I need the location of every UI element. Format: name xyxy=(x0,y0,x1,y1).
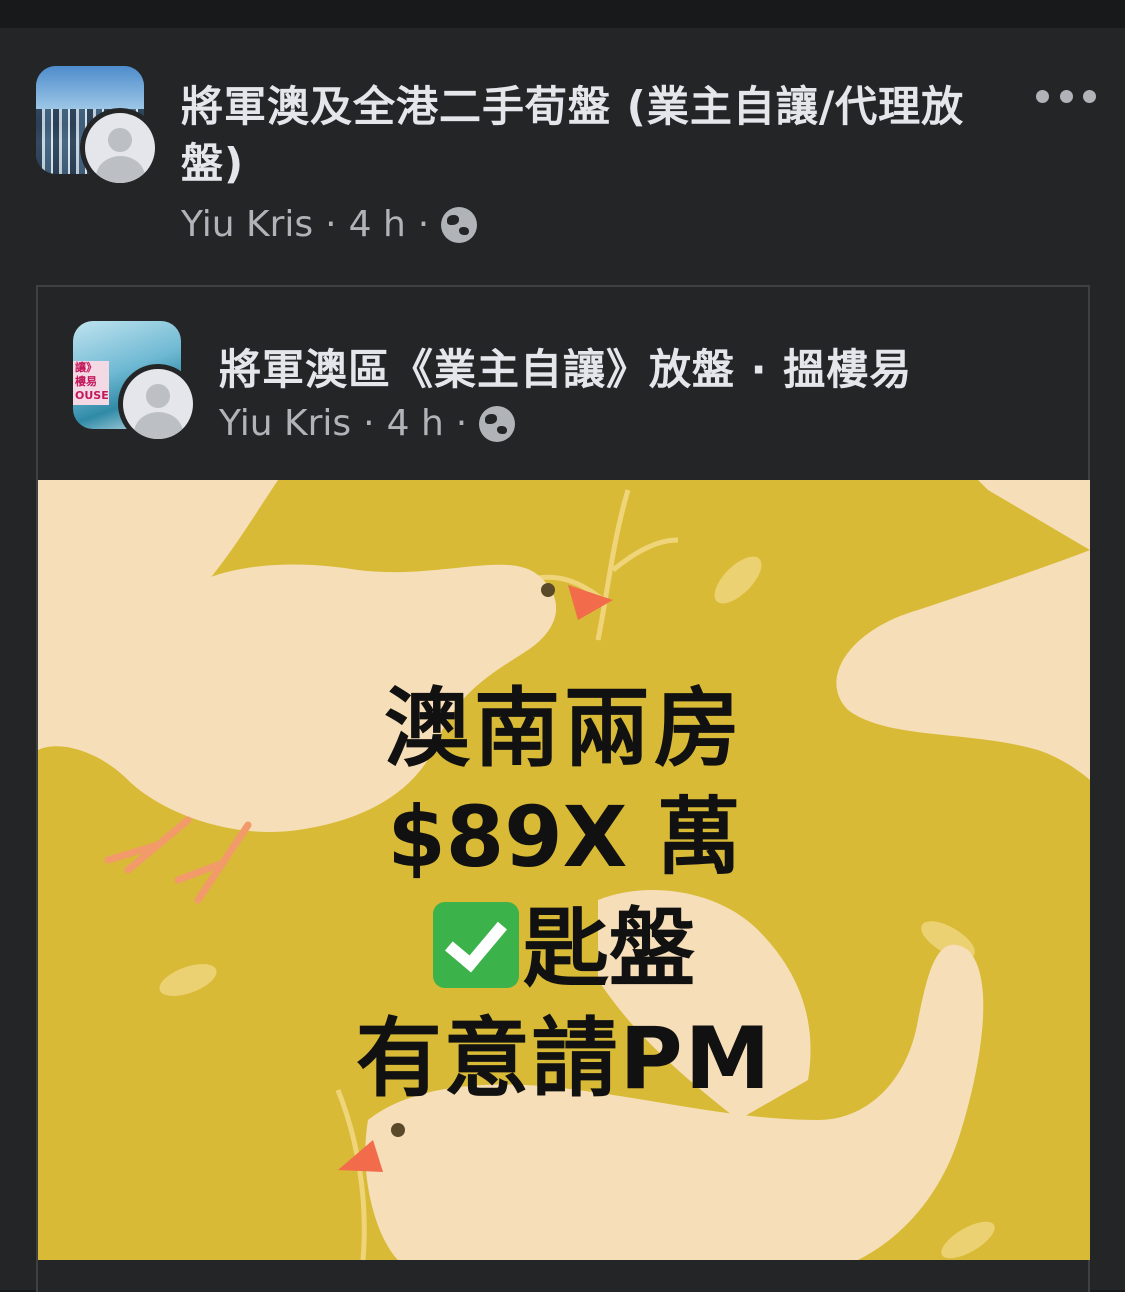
post-time[interactable]: 4 h xyxy=(387,403,444,444)
shared-post[interactable]: 讓》 樓易 OUSE 將軍澳區《業主自讓》放盤 · 搵樓易 Yiu Kris ·… xyxy=(36,285,1090,1292)
user-avatar[interactable] xyxy=(80,108,160,188)
separator: · xyxy=(417,204,430,245)
shared-post-header: 讓》 樓易 OUSE 將軍澳區《業主自讓》放盤 · 搵樓易 Yiu Kris ·… xyxy=(38,287,1088,480)
image-text-line2: $89X 萬 xyxy=(387,788,741,886)
avatar-sky xyxy=(36,66,144,110)
image-text-line1: 澳南兩房 xyxy=(384,679,744,779)
globe-icon xyxy=(441,206,478,243)
post-meta: Yiu Kris · 4 h · xyxy=(181,204,478,245)
author-name[interactable]: Yiu Kris xyxy=(219,403,351,444)
group-name-link[interactable]: 將軍澳及全港二手荀盤 (業主自讓/代理放盤) xyxy=(181,78,1001,192)
shared-post-meta: Yiu Kris · 4 h · xyxy=(219,403,516,444)
image-text-line4: 有意請PM xyxy=(355,1009,773,1109)
separator: · xyxy=(455,403,468,444)
separator: · xyxy=(325,204,337,245)
shared-group-name-link[interactable]: 將軍澳區《業主自讓》放盤 · 搵樓易 xyxy=(219,336,912,397)
check-mark-icon xyxy=(433,902,519,988)
shared-user-avatar[interactable] xyxy=(118,364,198,444)
separator: · xyxy=(363,403,375,444)
post-image[interactable]: 澳南兩房 $89X 萬 匙盤 有意請PM xyxy=(38,480,1090,1260)
image-text-line3-label: 匙盤 xyxy=(523,899,695,999)
globe-icon xyxy=(479,405,516,442)
post-time[interactable]: 4 h xyxy=(349,204,406,245)
more-options-icon[interactable] xyxy=(1036,84,1096,108)
author-name[interactable]: Yiu Kris xyxy=(181,204,313,245)
avatar-logo-tag: 讓》 樓易 OUSE xyxy=(73,361,109,405)
image-text-line3: 匙盤 xyxy=(38,878,1090,1003)
top-strip xyxy=(0,0,1125,28)
image-text-overlay: 澳南兩房 $89X 萬 匙盤 有意請PM xyxy=(38,480,1090,1260)
